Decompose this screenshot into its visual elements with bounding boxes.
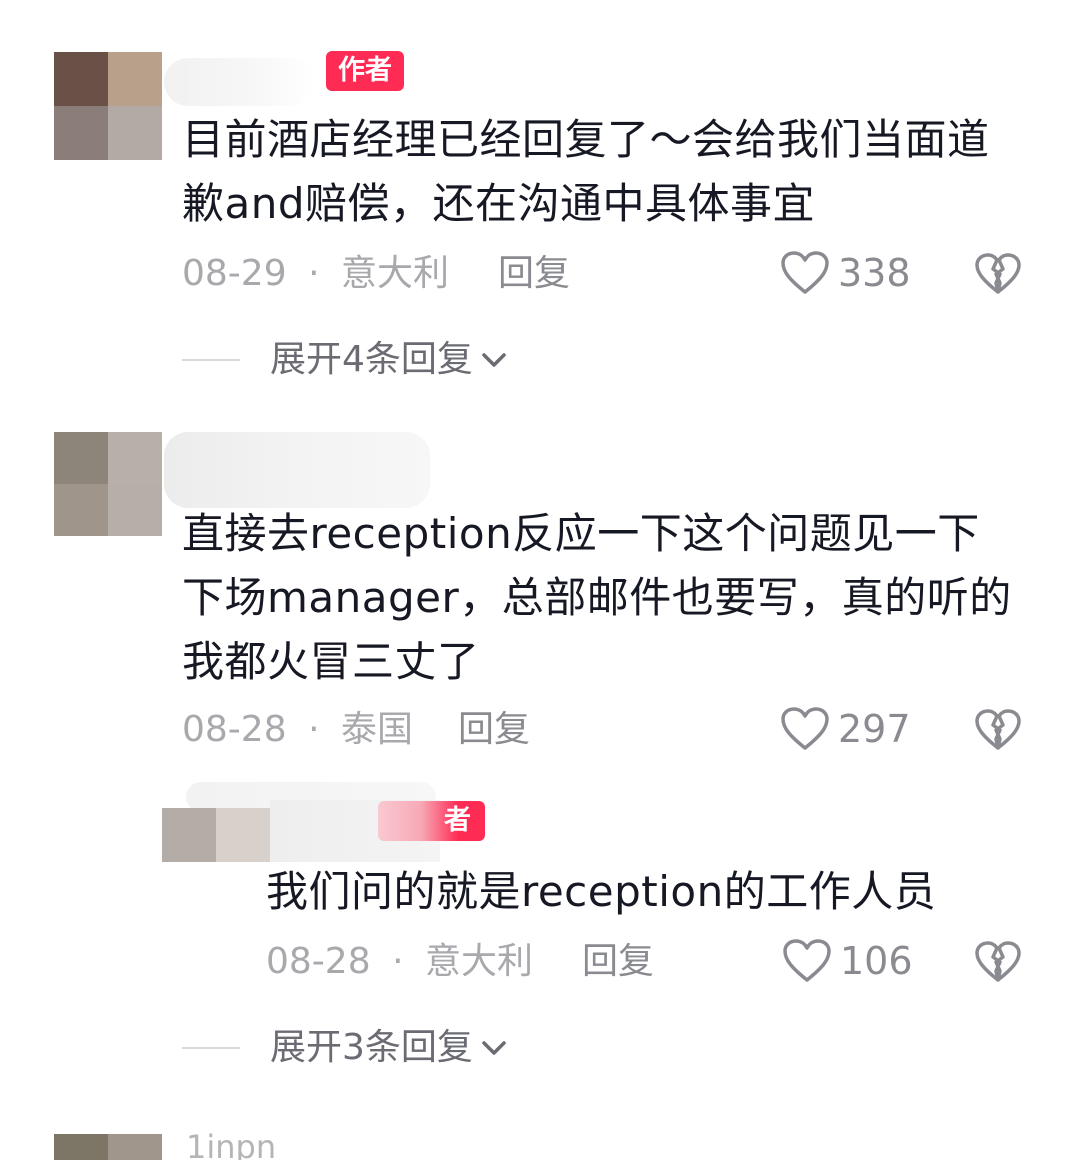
broken-heart-icon[interactable] xyxy=(974,252,1022,296)
heart-outline-icon xyxy=(781,707,829,750)
reply-button[interactable]: 回复 xyxy=(458,708,530,752)
author-badge-label: 者 xyxy=(444,805,471,836)
expand-replies-label: 展开4条回复 xyxy=(270,339,473,380)
expand-replies-label: 展开3条回复 xyxy=(270,1027,473,1068)
comment-location: 意大利 xyxy=(424,941,533,982)
comment-date: 08-28 xyxy=(266,941,371,982)
comment-location: 意大利 xyxy=(340,253,449,294)
reply-button[interactable]: 回复 xyxy=(582,940,654,984)
username-partial[interactable]: 1inpn xyxy=(186,1132,276,1160)
heart-outline-icon xyxy=(783,939,831,982)
expand-replies-button[interactable]: 展开3条回复 xyxy=(182,1026,509,1070)
expand-replies-button[interactable]: 展开4条回复 xyxy=(182,338,509,382)
chevron-down-icon xyxy=(482,353,506,367)
username-blurred[interactable] xyxy=(164,58,314,106)
comment-meta: 08-28 · 意大利 xyxy=(266,940,533,984)
divider-dash xyxy=(182,1047,240,1049)
avatar[interactable] xyxy=(54,52,162,160)
like-button[interactable]: 297 xyxy=(780,706,911,752)
broken-heart-icon[interactable] xyxy=(974,708,1022,752)
username-blurred[interactable] xyxy=(164,432,430,508)
reply-button[interactable]: 回复 xyxy=(498,252,570,296)
avatar[interactable] xyxy=(54,432,162,536)
comment-text: 目前酒店经理已经回复了～会给我们当面道歉and赔偿，还在沟通中具体事宜 xyxy=(182,115,990,228)
like-count: 106 xyxy=(840,939,913,983)
like-count: 338 xyxy=(838,251,911,295)
comment-text: 直接去reception反应一下这个问题见一下下场manager，总部邮件也要写… xyxy=(182,509,1012,686)
like-count: 297 xyxy=(838,707,911,751)
comment-date: 08-29 xyxy=(182,253,287,294)
heart-outline-icon xyxy=(781,251,829,294)
meta-separator: · xyxy=(308,709,320,750)
avatar[interactable] xyxy=(162,808,270,862)
comment-meta: 08-29 · 意大利 xyxy=(182,252,449,296)
meta-separator: · xyxy=(392,941,404,982)
comment-date: 08-28 xyxy=(182,709,287,750)
reply-text: 我们问的就是reception的工作人员 xyxy=(266,867,937,916)
comment-meta: 08-28 · 泰国 xyxy=(182,708,413,752)
comment-location: 泰国 xyxy=(340,709,413,750)
author-badge: 者 xyxy=(378,801,485,841)
divider-dash xyxy=(182,359,240,361)
chevron-down-icon xyxy=(482,1041,506,1055)
avatar[interactable] xyxy=(54,1134,162,1160)
broken-heart-icon[interactable] xyxy=(974,940,1022,984)
author-badge: 作者 xyxy=(326,51,404,91)
like-button[interactable]: 338 xyxy=(780,250,911,296)
like-button[interactable]: 106 xyxy=(782,938,913,984)
meta-separator: · xyxy=(308,253,320,294)
